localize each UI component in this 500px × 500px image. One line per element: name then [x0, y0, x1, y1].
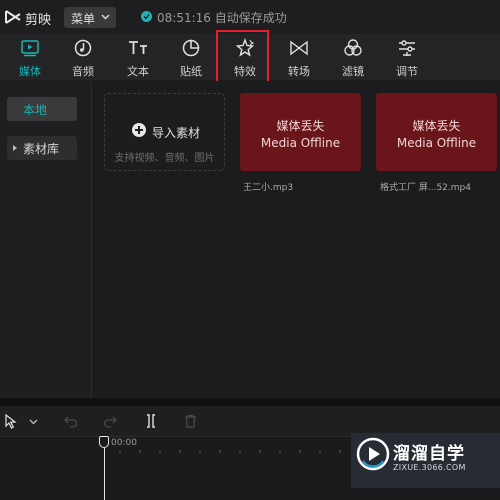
media-sidebar: 本地 素材库 [0, 81, 92, 398]
playhead-line [104, 448, 105, 500]
adjust-icon [399, 40, 415, 56]
chevron-down-icon [101, 14, 110, 20]
watermark-url: ZIXUE.3066.COM [393, 463, 466, 472]
tab-transition[interactable]: 转场 [279, 34, 319, 80]
tab-adjust-label: 调节 [396, 65, 418, 78]
media-thumbnail[interactable]: 媒体丢失 Media Offline [240, 93, 361, 171]
watermark: 溜溜自学 ZIXUE.3066.COM [351, 433, 500, 488]
capcut-logo-icon [5, 10, 21, 24]
playhead-handle[interactable] [99, 436, 109, 448]
transition-icon [290, 40, 308, 56]
caret-right-icon [13, 145, 17, 151]
timeline-time-label: 00:00 [111, 438, 137, 448]
cursor-select-icon[interactable] [5, 414, 19, 429]
text-icon [129, 41, 147, 54]
sidebar-item-local[interactable]: 本地 [7, 97, 77, 121]
redo-icon[interactable] [103, 414, 117, 428]
sticker-icon [182, 39, 200, 57]
tab-sticker[interactable]: 贴纸 [171, 34, 211, 80]
tab-filter[interactable]: 滤镜 [333, 34, 373, 80]
media-offline-en: Media Offline [260, 136, 341, 150]
media-filename: 格式工厂 屏...52.mp4 [380, 183, 471, 193]
panel-divider [0, 398, 500, 406]
tab-media[interactable]: 媒体 [10, 34, 50, 80]
watermark-play-logo-icon [356, 437, 390, 471]
sidebar-item-label: 素材库 [23, 142, 60, 156]
menu-button[interactable]: 菜单 [64, 7, 116, 28]
watermark-brand: 溜溜自学 [393, 444, 465, 464]
title-bar: 剪映 菜单 08:51:16 自动保存成功 [0, 0, 500, 34]
chevron-down-icon[interactable] [29, 419, 38, 425]
autosave-status: 08:51:16 自动保存成功 [157, 11, 287, 25]
tab-audio-label: 音频 [72, 65, 94, 78]
tab-text[interactable]: 文本 [118, 34, 158, 80]
import-media-button[interactable]: 导入素材 支持视频、音频、图片 [104, 93, 225, 171]
timeline-ruler [119, 450, 341, 453]
filter-icon [344, 39, 362, 56]
media-icon [21, 40, 39, 57]
app-name: 剪映 [25, 13, 52, 28]
media-offline-cn: 媒体丢失 [412, 119, 461, 133]
menu-label: 菜单 [71, 12, 96, 26]
import-hint: 支持视频、音频、图片 [114, 153, 215, 164]
sidebar-item-library[interactable]: 素材库 [7, 136, 77, 160]
audio-icon [74, 39, 92, 57]
plus-icon [132, 123, 146, 137]
tab-media-label: 媒体 [19, 65, 41, 78]
save-check-icon [141, 11, 152, 22]
tab-adjust[interactable]: 调节 [387, 34, 427, 80]
delete-icon[interactable] [184, 414, 197, 428]
import-title: 导入素材 [152, 126, 201, 140]
media-thumbnail[interactable]: 媒体丢失 Media Offline [376, 93, 497, 171]
undo-icon[interactable] [64, 414, 78, 428]
tab-filter-label: 滤镜 [342, 65, 364, 78]
media-filename: 王二小.mp3 [243, 183, 294, 193]
media-offline-en: Media Offline [396, 136, 477, 150]
tab-transition-label: 转场 [288, 65, 310, 78]
tab-text-label: 文本 [127, 65, 149, 78]
sidebar-item-label: 本地 [23, 103, 48, 117]
media-offline-cn: 媒体丢失 [276, 119, 325, 133]
split-icon[interactable] [144, 414, 158, 428]
tab-audio[interactable]: 音频 [63, 34, 103, 80]
tab-sticker-label: 贴纸 [180, 65, 202, 78]
effects-highlight-box [216, 30, 269, 88]
